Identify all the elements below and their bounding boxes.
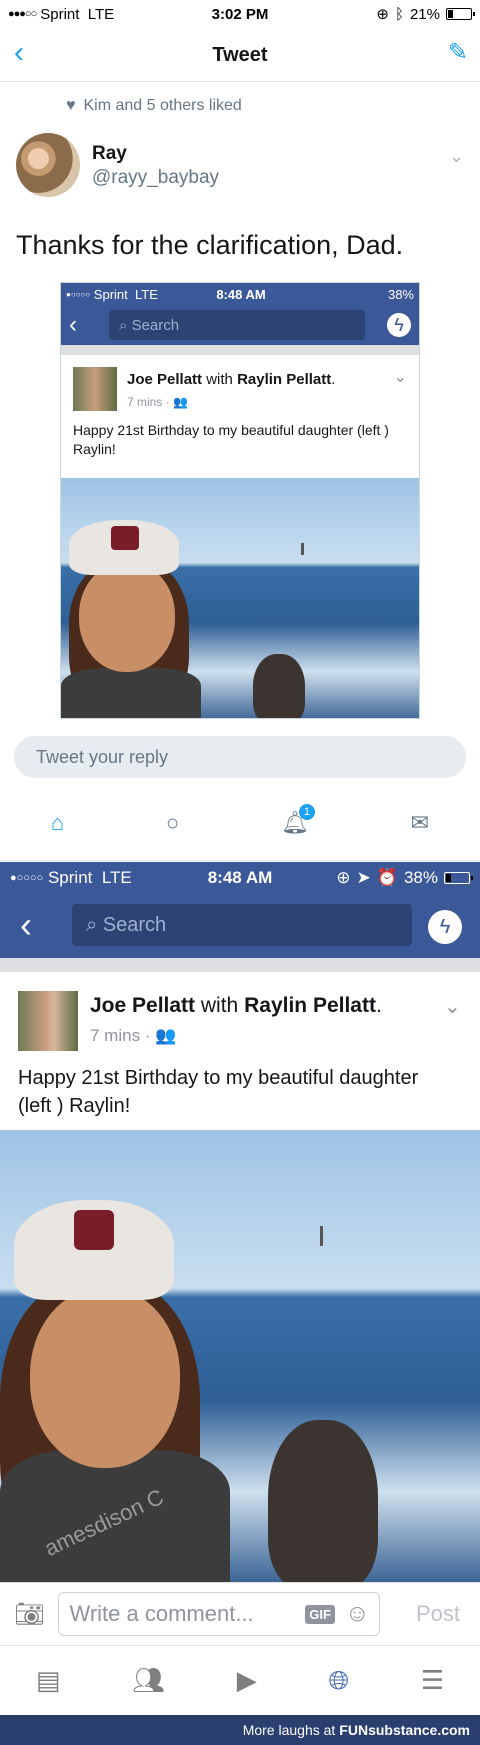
embedded-status-bar: ●○○○○ Sprint LTE 8:48 AM 38%	[61, 283, 419, 305]
embedded-fb-nav: ‹ ⌕ Search ϟ	[61, 305, 419, 345]
clock: 8:48 AM	[216, 286, 266, 302]
watermark-footer: More laughs at FUNsubstance.com	[0, 1715, 480, 1745]
separator	[61, 345, 419, 355]
tab-bar: ⌂ ○ 🔔︎ 1 ✉	[0, 800, 480, 846]
comment-placeholder: Write a comment...	[69, 1601, 254, 1626]
separator	[0, 958, 480, 972]
bluetooth-icon: ᛒ	[394, 5, 404, 23]
friends-icon: 👥	[173, 395, 188, 409]
avatar[interactable]	[18, 991, 78, 1051]
tweet-text: Thanks for the clarification, Dad.	[16, 230, 404, 260]
friends-icon[interactable]: 👥︎	[132, 1665, 165, 1696]
search-icon[interactable]: ○	[166, 810, 179, 836]
reply-input[interactable]: Tweet your reply	[14, 736, 466, 778]
comment-bar: 📷︎ Write a comment... GIF ☺ Post	[0, 1582, 480, 1645]
liked-by[interactable]: ♥ Kim and 5 others liked	[66, 97, 242, 115]
footer-brand: FUNsubstance.com	[339, 1722, 470, 1738]
fb-status-bar: ●○○○○ Sprint LTE 8:48 AM ⊕ ➤ ⏰ 38%	[0, 862, 480, 894]
notifications-icon[interactable]: 🔔︎ 1	[281, 804, 315, 836]
avatar	[73, 367, 117, 411]
post-text-line: Happy 21st Birthday to my beautiful daug…	[18, 1067, 419, 1089]
tagged-user[interactable]: Raylin Pellatt	[244, 994, 376, 1017]
back-chevron-icon: ‹	[69, 311, 77, 338]
post-author[interactable]: Joe Pellatt	[90, 994, 195, 1017]
footer-text: More laughs at	[242, 1722, 336, 1738]
post-button[interactable]: Post	[416, 1601, 460, 1627]
back-chevron-icon[interactable]: ‹	[20, 904, 32, 946]
period: .	[331, 371, 336, 388]
search-icon: ⌕	[119, 316, 128, 334]
status-bar: ●●●○○ Sprint LTE 3:02 PM ⊕ ᛒ 21%	[0, 0, 480, 28]
menu-icon[interactable]: ☰	[421, 1665, 444, 1696]
friends-icon: 👥	[155, 1026, 177, 1045]
camera-icon[interactable]: 📷︎	[14, 1600, 44, 1629]
period: .	[375, 994, 382, 1017]
post-time[interactable]: 7 mins	[90, 1026, 140, 1045]
news-feed-icon[interactable]: ▤	[36, 1665, 61, 1696]
tweet-nav-bar: ‹ Tweet ✎	[0, 30, 480, 82]
chevron-down-icon[interactable]: ⌄	[444, 994, 461, 1019]
video-icon[interactable]: ▶	[237, 1665, 257, 1696]
avatar[interactable]	[16, 133, 80, 197]
fb-tab-bar: ▤ 👥︎ ▶ 🌐︎ ☰	[0, 1645, 480, 1715]
post-text-line: (left ) Raylin!	[18, 1095, 131, 1117]
post-time: 7 mins	[127, 395, 163, 409]
search-placeholder: Search	[102, 913, 167, 936]
reply-placeholder: Tweet your reply	[36, 746, 169, 767]
search-icon: ⌕	[86, 913, 98, 936]
fb-nav-bar: ‹ ⌕ Search ϟ	[0, 894, 480, 958]
home-icon[interactable]: ⌂	[51, 810, 64, 836]
liked-text: Kim and 5 others liked	[83, 97, 242, 114]
battery-percent: 21%	[409, 5, 440, 23]
author-handle[interactable]: @rayy_baybay	[92, 167, 219, 189]
network: LTE	[87, 5, 115, 23]
page-title: Tweet	[212, 44, 268, 66]
battery-icon	[446, 8, 475, 20]
post-photo[interactable]: amesdison C	[0, 1130, 480, 1582]
post-text: Happy 21st Birthday to my beautiful daug…	[73, 422, 389, 457]
post-author: Joe Pellatt	[127, 371, 203, 388]
compose-tweet-icon[interactable]: ✎	[448, 38, 468, 67]
messenger-icon[interactable]: ϟ	[428, 910, 462, 944]
gif-button[interactable]: GIF	[305, 1604, 335, 1624]
battery-icon	[444, 872, 473, 884]
messages-icon[interactable]: ✉	[411, 810, 429, 836]
signal-icon: ●●●○○	[8, 8, 37, 20]
clock: 8:48 AM	[207, 868, 273, 887]
search-placeholder: Search	[131, 316, 180, 334]
with-text: with	[200, 994, 239, 1017]
back-chevron-icon[interactable]: ‹	[14, 38, 24, 68]
globe-icon[interactable]: 🌐︎	[328, 1665, 349, 1697]
carrier: Sprint	[40, 5, 80, 23]
messenger-icon: ϟ	[387, 313, 411, 337]
with-text: with	[206, 371, 233, 388]
author-name[interactable]: Ray	[92, 143, 127, 165]
emoji-icon[interactable]: ☺	[345, 1600, 370, 1628]
comment-input[interactable]: Write a comment... GIF ☺	[58, 1592, 381, 1636]
chevron-down-icon: ⌄	[393, 369, 407, 386]
post-photo	[61, 478, 419, 718]
search-input[interactable]: ⌕ Search	[72, 904, 412, 946]
divider	[0, 860, 480, 861]
tagged-user: Raylin Pellatt	[237, 371, 332, 388]
tweet-media[interactable]: ●○○○○ Sprint LTE 8:48 AM 38% ‹ ⌕ Search …	[60, 282, 420, 719]
notification-badge: 1	[298, 804, 315, 820]
embedded-post-header: Joe Pellatt with Raylin Pellatt. 7 mins …	[61, 355, 419, 478]
search-bar: ⌕ Search	[109, 310, 365, 340]
heart-icon: ♥	[66, 97, 76, 114]
chevron-down-icon[interactable]: ⌄	[449, 146, 464, 167]
rotation-lock-icon: ⊕	[376, 6, 389, 23]
